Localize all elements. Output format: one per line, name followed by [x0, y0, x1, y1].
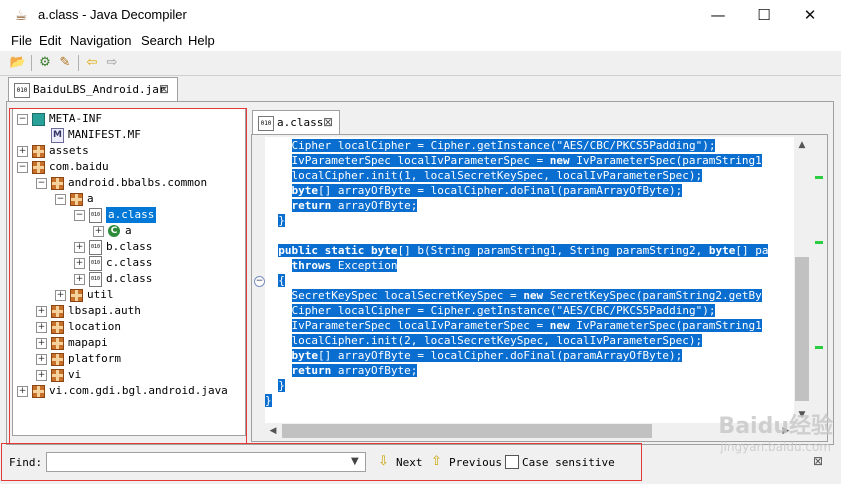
toolbar: 📂 ⚙ ✎ ⇦ ⇨ [0, 51, 841, 76]
overview-ruler [812, 137, 825, 423]
java-decompiler-window: ☕ a.class - Java Decompiler — ☐ ✕ File E… [0, 0, 841, 484]
vertical-scrollbar[interactable]: ▲ ▼ [794, 137, 810, 423]
horizontal-scrollbar[interactable]: ◀ ▶ [265, 423, 794, 439]
code-line: } [278, 214, 285, 227]
code-line: return arrayOfByte; [291, 364, 418, 377]
tab-label: a.class [277, 116, 324, 129]
tab-baidulbs-jar[interactable]: 010 BaiduLBS_Android.jar ⊠ [8, 77, 178, 102]
code-line: localCipher.init(2, localSecretKeySpec, … [291, 334, 703, 347]
minimize-button[interactable]: — [695, 0, 741, 31]
fold-minus-icon[interactable]: − [254, 276, 265, 287]
maximize-button[interactable]: ☐ [741, 0, 787, 31]
code-line: IvParameterSpec localIvParameterSpec = n… [291, 319, 762, 332]
title-bar: ☕ a.class - Java Decompiler — ☐ ✕ [0, 0, 841, 31]
coffee-cup-icon: ☕ [14, 8, 28, 24]
overview-marker[interactable] [815, 346, 823, 349]
code-line: Cipher localCipher = Cipher.getInstance(… [291, 304, 716, 317]
watermark-logo: Baidu经验 [718, 414, 833, 439]
close-button[interactable]: ✕ [787, 0, 833, 31]
code-editor[interactable]: Cipher localCipher = Cipher.getInstance(… [265, 137, 794, 423]
code-line: byte[] arrayOfByte = localCipher.doFinal… [291, 349, 683, 362]
menu-bar: File Edit Navigation Search Help [0, 31, 841, 51]
back-arrow-icon[interactable]: ⇦ [83, 54, 101, 72]
window-title: a.class - Java Decompiler [38, 7, 187, 22]
tab-close-icon[interactable]: ⊠ [159, 82, 169, 96]
code-line: throws Exception [291, 259, 398, 272]
menu-file[interactable]: File [11, 33, 32, 48]
code-line: IvParameterSpec localIvParameterSpec = n… [291, 154, 762, 167]
code-line: } [265, 394, 272, 407]
overview-marker[interactable] [815, 176, 823, 179]
watermark-url: jingyan.baidu.com [720, 440, 831, 454]
toolbar-separator [78, 55, 79, 71]
toolbar-separator [31, 55, 32, 71]
scroll-thumb[interactable] [795, 257, 809, 401]
tab-label: BaiduLBS_Android.jar [33, 83, 166, 96]
find-close-icon[interactable]: ⊠ [813, 454, 823, 468]
menu-search[interactable]: Search [141, 33, 182, 48]
code-line: public static byte[] b(String paramStrin… [278, 244, 769, 257]
forward-arrow-icon[interactable]: ⇨ [103, 54, 121, 72]
menu-help[interactable]: Help [188, 33, 215, 48]
code-line: byte[] arrayOfByte = localCipher.doFinal… [291, 184, 683, 197]
code-line: Cipher localCipher = Cipher.getInstance(… [291, 139, 716, 152]
scroll-up-icon[interactable]: ▲ [794, 137, 810, 153]
menu-navigation[interactable]: Navigation [70, 33, 131, 48]
find-bar-highlight-outline [1, 443, 642, 481]
menu-edit[interactable]: Edit [39, 33, 61, 48]
open-type-icon[interactable]: ⚙ [36, 54, 54, 72]
tab-close-icon[interactable]: ⊠ [323, 115, 333, 129]
scroll-left-icon[interactable]: ◀ [265, 423, 281, 439]
jar-file-icon: 010 [14, 83, 30, 98]
code-line: } [278, 379, 285, 392]
tree-highlight-outline [9, 108, 247, 444]
tab-a-class[interactable]: 010 a.class ⊠ [252, 110, 340, 135]
overview-marker[interactable] [815, 241, 823, 244]
code-line: { [278, 274, 285, 287]
scroll-thumb[interactable] [282, 424, 652, 438]
search-icon[interactable]: ✎ [56, 54, 74, 72]
code-line: localCipher.init(1, localSecretKeySpec, … [291, 169, 703, 182]
code-line: SecretKeySpec localSecretKeySpec = new S… [291, 289, 762, 302]
code-line: return arrayOfByte; [291, 199, 418, 212]
class-file-icon: 010 [258, 116, 274, 131]
open-file-icon[interactable]: 📂 [9, 54, 27, 72]
